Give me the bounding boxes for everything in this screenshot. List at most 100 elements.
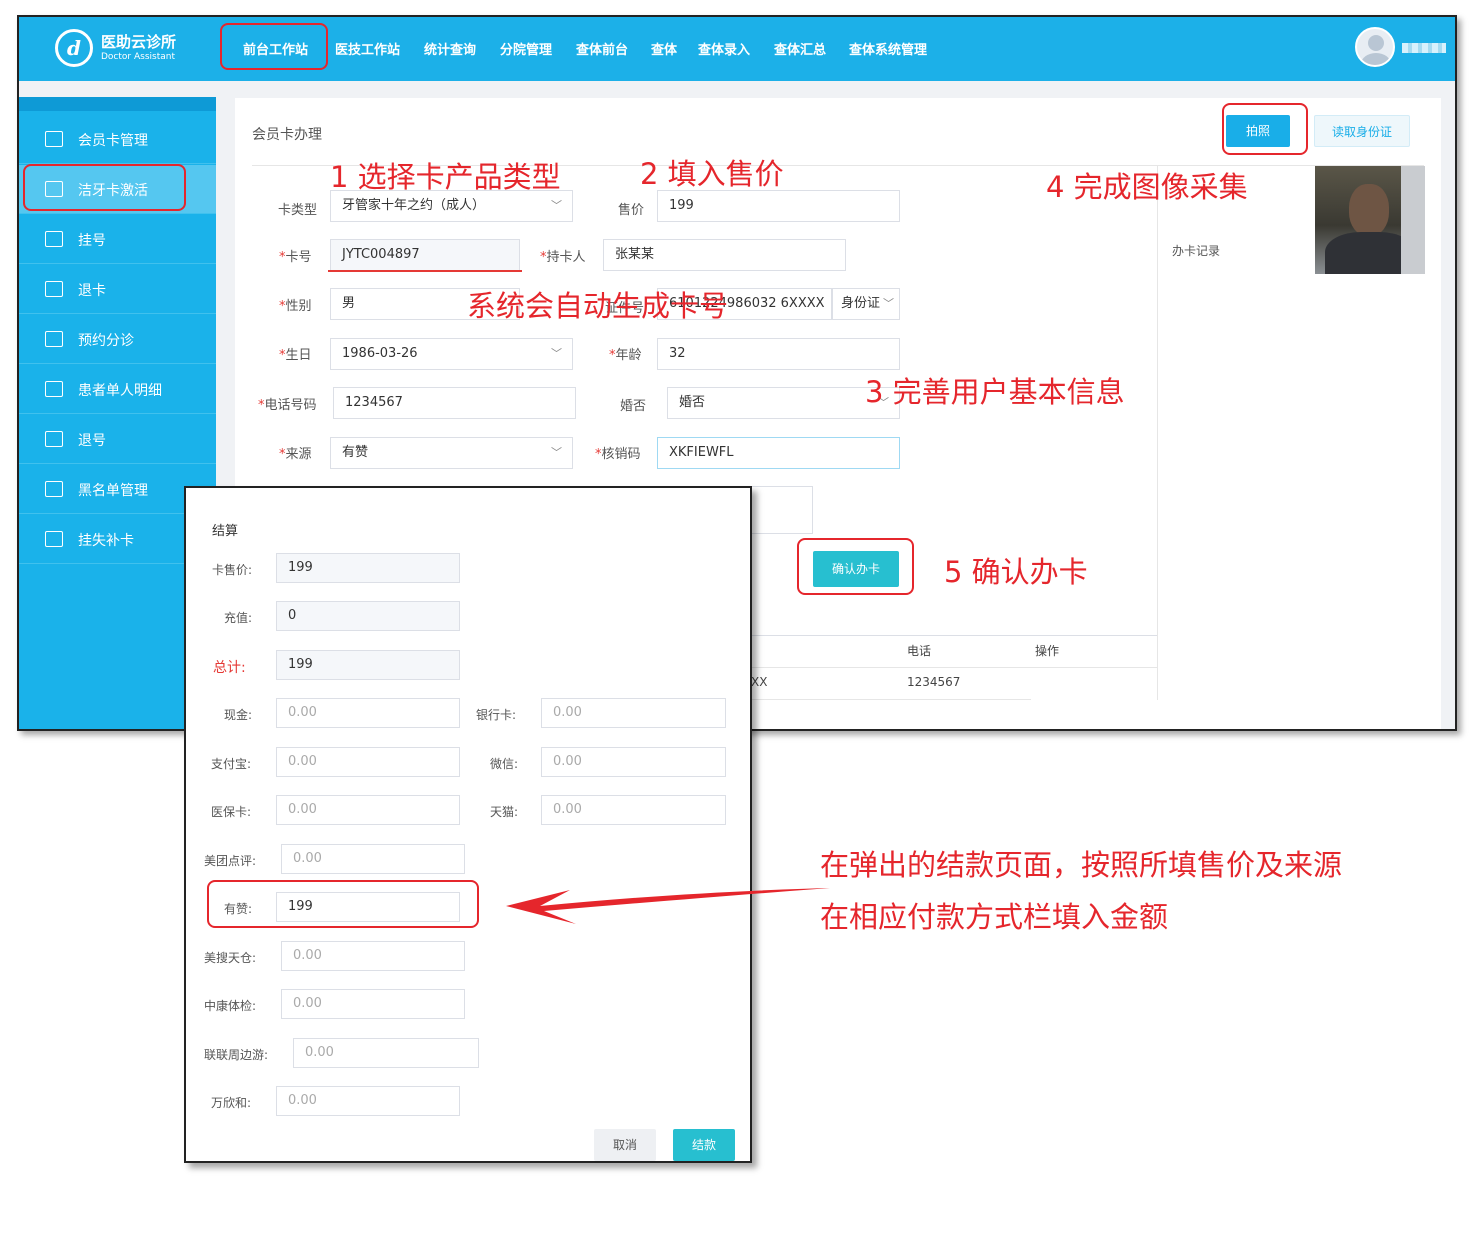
sidebar-item-label: 黑名单管理 xyxy=(78,483,148,499)
cash-label: 现金: xyxy=(224,708,253,722)
card-type-value: 牙管家十年之约（成人） xyxy=(342,198,486,213)
id-type-select[interactable]: 身份证 ﹀ xyxy=(832,288,900,320)
zhongkang-input[interactable]: 0.00 xyxy=(281,989,465,1019)
chevron-down-icon: ﹀ xyxy=(883,297,894,310)
logo-icon: d xyxy=(55,29,93,67)
payment-note-line1: 在弹出的结款页面，按照所填售价及来源 xyxy=(820,848,1343,882)
nav-medtech[interactable]: 医技工作站 xyxy=(335,39,400,58)
wanxinhe-label: 万欣和: xyxy=(211,1096,252,1110)
nav-statistics[interactable]: 统计查询 xyxy=(424,39,476,58)
page-title: 会员卡办理 xyxy=(252,127,322,143)
sidebar-item-label: 会员卡管理 xyxy=(78,133,148,149)
tmall-input[interactable]: 0.00 xyxy=(541,795,726,825)
settlement-dialog: 结算 卡售价: 199 充值: 0 总计: 199 现金: 0.00 银行卡: … xyxy=(184,486,752,1163)
insurance-label: 医保卡: xyxy=(211,805,252,819)
table-cell-phone: 1234567 xyxy=(907,675,961,689)
annotation-step5: 5 确认办卡 xyxy=(944,555,1088,589)
recharge-label: 充值: xyxy=(224,611,253,625)
nav-exam-entry[interactable]: 查体录入 xyxy=(698,39,750,58)
avatar-head-icon xyxy=(1368,35,1384,51)
lianlian-input[interactable]: 0.00 xyxy=(293,1038,479,1068)
nav-exam[interactable]: 查体 xyxy=(651,39,677,58)
sidebar-item-label: 预约分诊 xyxy=(78,333,134,349)
sidebar-item-cancel-registration[interactable]: 退号 xyxy=(19,415,216,464)
photo-background xyxy=(1401,166,1425,274)
total-label: 总计: xyxy=(213,660,246,676)
bankcard-label: 银行卡: xyxy=(476,708,517,722)
read-id-card-button[interactable]: 读取身份证 xyxy=(1314,115,1410,147)
insurance-input[interactable]: 0.00 xyxy=(276,795,460,825)
phone-label: *电话号码 xyxy=(258,398,317,413)
birthday-picker[interactable]: 1986-03-26 ﹀ xyxy=(330,338,573,370)
red-arrow-icon xyxy=(506,888,830,924)
meituan-input[interactable]: 0.00 xyxy=(281,844,465,874)
price-input[interactable]: 199 xyxy=(657,190,900,222)
nav-branch[interactable]: 分院管理 xyxy=(500,39,552,58)
table-header-border xyxy=(751,635,1157,636)
brand-name: 医助云诊所 xyxy=(101,33,177,51)
blurred-username[interactable] xyxy=(1402,43,1446,53)
holder-label: *持卡人 xyxy=(540,250,586,265)
remark-textarea[interactable] xyxy=(751,486,813,534)
lianlian-label: 联联周边游: xyxy=(204,1048,269,1062)
table-header-action: 操作 xyxy=(1035,644,1060,658)
source-select[interactable]: 有赞 ﹀ xyxy=(330,437,573,469)
cancel-button[interactable]: 取消 xyxy=(594,1129,656,1161)
sidebar-item-patient-detail[interactable]: 患者单人明细 xyxy=(19,365,216,414)
user-avatar[interactable] xyxy=(1355,27,1395,67)
alipay-input[interactable]: 0.00 xyxy=(276,747,460,777)
age-label: *年龄 xyxy=(609,348,642,363)
sidebar-item-return-card[interactable]: 退卡 xyxy=(19,265,216,314)
table-header-phone: 电话 xyxy=(907,644,932,658)
cash-input[interactable]: 0.00 xyxy=(276,698,460,728)
chevron-down-icon: ﹀ xyxy=(551,347,562,360)
source-value: 有赞 xyxy=(342,445,369,460)
star-icon xyxy=(45,431,63,447)
annotation-step2: 2 填入售价 xyxy=(640,157,784,191)
document-icon xyxy=(45,381,63,397)
meisou-input[interactable]: 0.00 xyxy=(281,941,465,971)
total-field: 199 xyxy=(276,650,460,680)
id-type-value: 身份证 xyxy=(841,296,881,311)
sidebar-item-register[interactable]: 挂号 xyxy=(19,215,216,264)
zhongkang-label: 中康体检: xyxy=(204,999,257,1013)
table-row-border xyxy=(751,667,1157,668)
bankcard-input[interactable]: 0.00 xyxy=(541,698,726,728)
sidebar-item-label: 挂号 xyxy=(78,233,106,249)
wanxinhe-input[interactable]: 0.00 xyxy=(276,1086,460,1116)
card-price-field: 199 xyxy=(276,553,460,583)
phone-input[interactable]: 1234567 xyxy=(333,387,576,419)
card-no-label: *卡号 xyxy=(279,250,312,265)
alipay-label: 支付宝: xyxy=(211,757,252,771)
card-price-label: 卡售价: xyxy=(212,563,253,577)
table-cell-id-fragment: XX xyxy=(751,675,768,689)
wechat-input[interactable]: 0.00 xyxy=(541,747,726,777)
nav-exam-system[interactable]: 查体系统管理 xyxy=(849,39,927,58)
price-label: 售价 xyxy=(618,203,645,218)
brand-logo[interactable]: d 医助云诊所 Doctor Assistant xyxy=(55,29,225,69)
photo-face xyxy=(1349,184,1389,236)
birthday-label: *生日 xyxy=(279,348,312,363)
verify-code-input[interactable]: XKFIEWFL xyxy=(657,437,900,469)
payment-note-line2: 在相应付款方式栏填入金额 xyxy=(820,900,1169,934)
register-icon xyxy=(45,231,63,247)
blacklist-icon xyxy=(45,481,63,497)
sidebar-item-appointment[interactable]: 预约分诊 xyxy=(19,315,216,364)
card-no-input[interactable]: JYTC004897 xyxy=(330,239,520,271)
source-label: *来源 xyxy=(279,447,312,462)
age-input[interactable]: 32 xyxy=(657,338,900,370)
marital-value: 婚否 xyxy=(679,395,706,410)
holder-input[interactable]: 张某某 xyxy=(603,239,846,271)
nav-exam-front[interactable]: 查体前台 xyxy=(576,39,628,58)
sidebar-item-membership[interactable]: 会员卡管理 xyxy=(19,115,216,164)
highlight-photo-button xyxy=(1222,103,1308,155)
marital-label: 婚否 xyxy=(620,399,647,414)
annotation-auto-card-no: 系统会自动生成卡号 xyxy=(467,289,729,323)
wechat-label: 微信: xyxy=(490,757,519,771)
card-icon xyxy=(45,131,63,147)
nav-exam-summary[interactable]: 查体汇总 xyxy=(774,39,826,58)
settle-button[interactable]: 结款 xyxy=(673,1129,735,1161)
annotation-step3: 3 完善用户基本信息 xyxy=(865,375,1125,409)
highlight-confirm-button xyxy=(797,538,914,595)
verify-code-label: *核销码 xyxy=(595,447,641,462)
